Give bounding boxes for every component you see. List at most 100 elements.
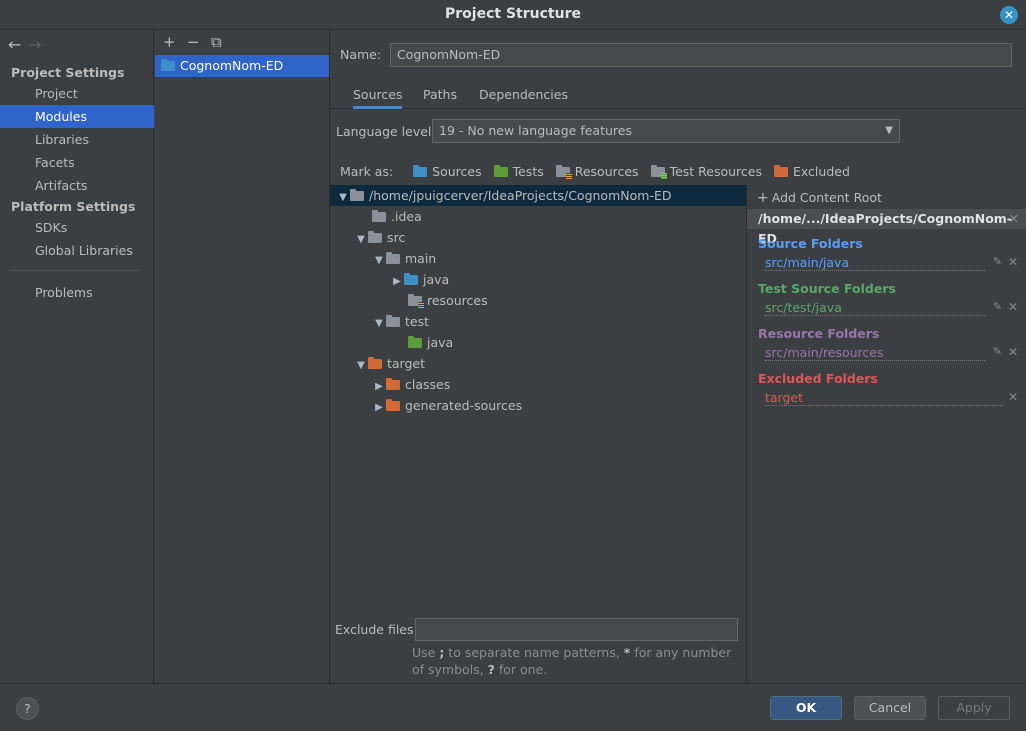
- mark-tests-label: Tests: [512, 164, 544, 179]
- remove-icon[interactable]: ✕: [1008, 345, 1018, 359]
- test-source-folder-entry[interactable]: src/test/java: [765, 300, 985, 316]
- mark-resources-button[interactable]: Resources: [555, 164, 639, 179]
- mark-excluded-button[interactable]: Excluded: [773, 164, 850, 179]
- close-button[interactable]: ✕: [1000, 6, 1018, 24]
- test-source-folders-title: Test Source Folders: [758, 281, 896, 296]
- remove-root-icon[interactable]: ✕: [1009, 209, 1019, 229]
- remove-icon[interactable]: ✕: [1008, 300, 1018, 314]
- remove-module-icon[interactable]: −: [187, 33, 211, 51]
- resource-folder-icon: [408, 294, 424, 308]
- modules-pane: + − ⧉ CognomNom-ED: [155, 31, 330, 683]
- edit-pencil-icon[interactable]: ✎: [993, 255, 1002, 268]
- module-icon: [161, 59, 175, 71]
- tree-label: main: [405, 251, 437, 266]
- test-folder-icon: [408, 336, 422, 348]
- add-content-root-button[interactable]: + Add Content Root: [757, 190, 882, 206]
- tree-label: resources: [427, 293, 488, 308]
- tree-row-root[interactable]: ▼ /home/jpuigcerver/IdeaProjects/CognomNo…: [330, 185, 746, 206]
- edit-pencil-icon[interactable]: ✎: [993, 345, 1002, 358]
- language-level-value: 19 - No new language features: [439, 123, 632, 138]
- tree-label: java: [427, 335, 454, 350]
- chevron-down-icon[interactable]: ▼: [336, 187, 350, 208]
- sources-folder-icon: [413, 165, 428, 177]
- sidebar-item-facets[interactable]: Facets: [0, 151, 154, 174]
- help-text: to separate name patterns,: [444, 645, 624, 660]
- resource-folder-entry[interactable]: src/main/resources: [765, 345, 985, 361]
- module-item[interactable]: CognomNom-ED: [155, 55, 329, 77]
- mark-as-toolbar: Mark as: Sources Tests Resources Test Re…: [340, 164, 858, 182]
- apply-button[interactable]: Apply: [938, 696, 1010, 720]
- tree-label: /home/jpuigcerver/IdeaProjects/CognomNom…: [369, 188, 672, 203]
- exclude-files-input[interactable]: [415, 618, 738, 641]
- tree-label: test: [405, 314, 430, 329]
- tree-row-target[interactable]: ▼ target: [330, 353, 746, 374]
- tree-row-generated-sources[interactable]: ▶ generated-sources: [330, 395, 746, 416]
- cancel-button[interactable]: Cancel: [854, 696, 926, 720]
- tests-folder-icon: [493, 165, 508, 177]
- sidebar-item-problems[interactable]: Problems: [0, 281, 154, 304]
- content-root-path: /home/.../IdeaProjects/CognomNom-ED ✕: [747, 209, 1026, 246]
- module-label: CognomNom-ED: [180, 58, 284, 73]
- chevron-down-icon[interactable]: ▼: [372, 313, 386, 334]
- tree-row-main[interactable]: ▼ main: [330, 248, 746, 269]
- excluded-folder-icon: [368, 357, 382, 369]
- exclude-files-label: Exclude files:: [335, 622, 418, 637]
- source-folder-icon: [404, 273, 418, 285]
- help-button[interactable]: ?: [16, 697, 39, 720]
- forward-arrow-icon[interactable]: →: [28, 35, 48, 54]
- section-project-settings: Project Settings: [11, 65, 125, 80]
- excluded-folder-entry[interactable]: target: [765, 390, 1003, 406]
- folder-icon: [368, 231, 382, 243]
- edit-pencil-icon[interactable]: ✎: [993, 300, 1002, 313]
- help-question: ?: [487, 662, 495, 677]
- tree-label: classes: [405, 377, 451, 392]
- mark-as-label: Mark as:: [340, 164, 394, 179]
- sidebar-item-modules[interactable]: Modules: [0, 105, 154, 128]
- copy-module-icon[interactable]: ⧉: [211, 33, 235, 51]
- tree-row-classes[interactable]: ▶ classes: [330, 374, 746, 395]
- add-module-icon[interactable]: +: [163, 33, 187, 51]
- tab-dependencies[interactable]: Dependencies: [479, 87, 568, 109]
- back-arrow-icon[interactable]: ←: [8, 35, 28, 54]
- tree-label: .idea: [391, 209, 422, 224]
- tree-label: java: [423, 272, 450, 287]
- module-name-input[interactable]: CognomNom-ED: [390, 43, 1012, 67]
- tree-row-idea[interactable]: .idea: [330, 206, 746, 227]
- add-content-root-label: Add Content Root: [771, 190, 882, 205]
- tree-row-test[interactable]: ▼ test: [330, 311, 746, 332]
- sidebar-item-sdks[interactable]: SDKs: [0, 216, 154, 239]
- tab-sources[interactable]: Sources: [353, 87, 403, 109]
- mark-sources-label: Sources: [432, 164, 482, 179]
- excluded-folder-icon: [386, 378, 400, 390]
- language-level-select[interactable]: 19 - No new language features ▼: [432, 119, 900, 143]
- resource-folders-title: Resource Folders: [758, 326, 880, 341]
- chevron-right-icon[interactable]: ▶: [372, 397, 386, 418]
- chevron-down-icon[interactable]: ▼: [354, 355, 368, 376]
- remove-icon[interactable]: ✕: [1008, 390, 1018, 404]
- tree-row-resources[interactable]: resources: [330, 290, 746, 311]
- folder-icon: [386, 252, 400, 264]
- exclude-files-help: Use ; to separate name patterns, * for a…: [412, 644, 732, 678]
- chevron-right-icon[interactable]: ▶: [390, 271, 404, 292]
- source-folder-entry[interactable]: src/main/java: [765, 255, 985, 271]
- tree-row-src[interactable]: ▼ src: [330, 227, 746, 248]
- sidebar-item-project[interactable]: Project: [0, 82, 154, 105]
- sidebar-item-global-libraries[interactable]: Global Libraries: [0, 239, 154, 262]
- tree-row-test-java[interactable]: java: [330, 332, 746, 353]
- mark-test-resources-button[interactable]: Test Resources: [650, 164, 762, 179]
- folder-icon: [350, 189, 364, 201]
- mark-sources-button[interactable]: Sources: [413, 164, 482, 179]
- mark-tests-button[interactable]: Tests: [493, 164, 544, 179]
- chevron-down-icon[interactable]: ▼: [354, 229, 368, 250]
- sidebar-item-libraries[interactable]: Libraries: [0, 128, 154, 151]
- chevron-down-icon[interactable]: ▼: [372, 250, 386, 271]
- tree-row-main-java[interactable]: ▶ java: [330, 269, 746, 290]
- ok-button[interactable]: OK: [770, 696, 842, 720]
- sidebar-item-artifacts[interactable]: Artifacts: [0, 174, 154, 197]
- test-resources-folder-icon: [650, 165, 667, 179]
- section-platform-settings: Platform Settings: [11, 199, 136, 214]
- chevron-right-icon[interactable]: ▶: [372, 376, 386, 397]
- name-label: Name:: [340, 47, 382, 62]
- tab-paths[interactable]: Paths: [423, 87, 457, 109]
- remove-icon[interactable]: ✕: [1008, 255, 1018, 269]
